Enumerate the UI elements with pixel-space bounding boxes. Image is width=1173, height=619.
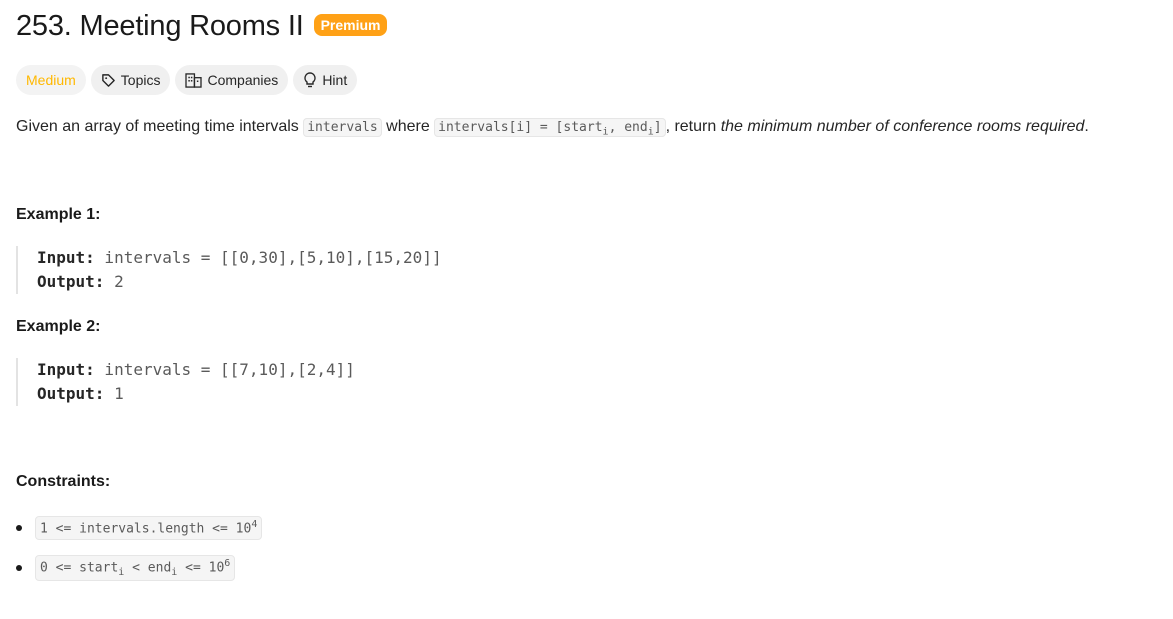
title-row: 253. Meeting Rooms II Premium (16, 10, 388, 43)
topics-label: Topics (120, 72, 161, 88)
desc-emphasis: the minimum number of conference rooms r… (720, 118, 1085, 135)
constraint-item: 0 <= starti < endi <= 106 (16, 555, 262, 581)
problem-statement: Given an array of meeting time intervals… (16, 116, 1089, 144)
companies-button[interactable]: Companies (175, 65, 289, 95)
desc-text: Given an array of meeting time intervals (16, 118, 304, 135)
code-intervals: intervals (303, 118, 382, 137)
tag-icon (101, 73, 116, 88)
difficulty-label: Medium (26, 72, 76, 88)
difficulty-tag: Medium (16, 65, 86, 95)
building-icon (185, 72, 203, 88)
example-2-output: Output: 1 (37, 384, 124, 403)
lightbulb-icon (303, 72, 317, 88)
companies-label: Companies (207, 72, 279, 88)
example-1-output: Output: 2 (37, 272, 124, 291)
example-2-input: Input: intervals = [[7,10],[2,4]] (37, 360, 355, 379)
hint-button[interactable]: Hint (293, 65, 358, 95)
premium-badge[interactable]: Premium (313, 13, 388, 36)
hint-label: Hint (322, 72, 348, 88)
constraints-title: Constraints: (16, 473, 111, 490)
desc-text: . (1084, 118, 1089, 135)
example-2-block: Input: intervals = [[7,10],[2,4]] Output… (16, 358, 355, 406)
desc-text: where (381, 118, 435, 135)
problem-title[interactable]: 253. Meeting Rooms II (16, 10, 304, 43)
constraint-2: 0 <= starti < endi <= 106 (35, 555, 236, 581)
code-interval-def: intervals[i] = [starti, endi] (434, 118, 666, 138)
desc-text: , return (665, 118, 721, 135)
tag-bar: Medium Topics Companies Hint (16, 65, 358, 95)
constraints-list: 1 <= intervals.length <= 104 0 <= starti… (16, 516, 263, 596)
example-1-input: Input: intervals = [[0,30],[5,10],[15,20… (37, 248, 442, 267)
example-2-title: Example 2: (16, 318, 101, 335)
constraint-item: 1 <= intervals.length <= 104 (16, 516, 263, 540)
topics-button[interactable]: Topics (90, 65, 171, 95)
example-1-title: Example 1: (16, 206, 101, 223)
constraint-1: 1 <= intervals.length <= 104 (35, 516, 263, 540)
example-1-block: Input: intervals = [[0,30],[5,10],[15,20… (16, 246, 442, 294)
